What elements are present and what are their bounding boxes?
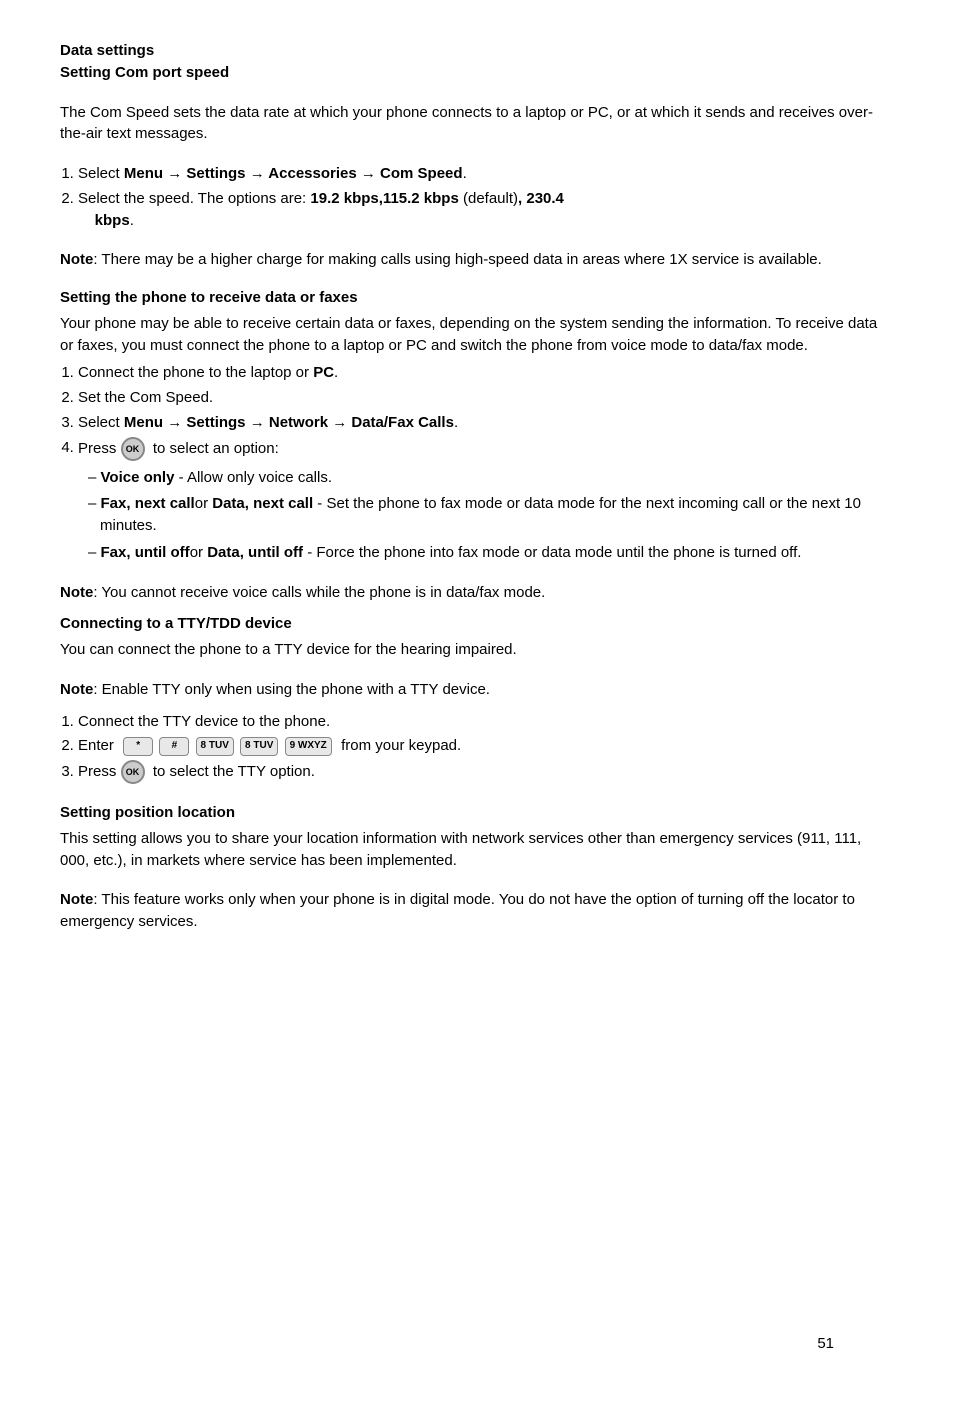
- receive-step-3-bold: Menu → Settings → Network → Data/Fax Cal…: [124, 414, 454, 431]
- option-fax-next-call: Fax, next callor Data, next call - Set t…: [88, 493, 894, 537]
- section-data-settings: Data settings Setting Com port speed: [60, 40, 894, 84]
- page-wrapper: Data settings Setting Com port speed The…: [60, 40, 894, 1385]
- note-label-3: Note: [60, 681, 93, 698]
- heading-data-settings: Data settings: [60, 40, 894, 62]
- note-tty-text: Note: Enable TTY only when using the pho…: [60, 679, 894, 701]
- keypad-icon-8a: 8 TUV: [196, 737, 234, 756]
- tty-steps-list: Connect the TTY device to the phone. Ent…: [78, 711, 894, 785]
- option-voice-only: Voice only - Allow only voice calls.: [88, 467, 894, 489]
- tty-step-3: Press OK to select the TTY option.: [78, 760, 894, 784]
- section-com-port-intro: The Com Speed sets the data rate at whic…: [60, 102, 894, 146]
- receive-step-3: Select Menu → Settings → Network → Data/…: [78, 412, 894, 434]
- option-data-until-bold: Data, until off: [207, 544, 303, 561]
- step1-bold: Menu → Settings → Accessories → Com Spee…: [124, 165, 463, 182]
- keypad-icon-star: *: [123, 737, 153, 756]
- section-tty-tdd: Connecting to a TTY/TDD device You can c…: [60, 613, 894, 661]
- section-tty-steps: Connect the TTY device to the phone. Ent…: [60, 711, 894, 785]
- keypad-icon-8b: 8 TUV: [240, 737, 278, 756]
- note-voice-calls-text: Note: You cannot receive voice calls whi…: [60, 582, 894, 604]
- note-high-charge: Note: There may be a higher charge for m…: [60, 249, 894, 271]
- note-voice-calls: Note: You cannot receive voice calls whi…: [60, 582, 894, 604]
- receive-step-1: Connect the phone to the laptop or PC.: [78, 362, 894, 384]
- keypad-icon-9: 9 WXYZ: [285, 737, 332, 756]
- com-port-step-2: Select the speed. The options are: 19.2 …: [78, 188, 894, 232]
- receive-data-steps-list: Connect the phone to the laptop or PC. S…: [78, 362, 894, 460]
- note-high-charge-text: Note: There may be a higher charge for m…: [60, 249, 894, 271]
- section-position-location: Setting position location This setting a…: [60, 802, 894, 871]
- note-tty-enable: Note: Enable TTY only when using the pho…: [60, 679, 894, 701]
- com-port-intro-text: The Com Speed sets the data rate at whic…: [60, 102, 894, 146]
- options-list: Voice only - Allow only voice calls. Fax…: [88, 467, 894, 564]
- receive-step-4: Press OK to select an option:: [78, 437, 894, 461]
- option-fax-until-off: Fax, until offor Data, until off - Force…: [88, 542, 894, 564]
- receive-step-1-bold: PC: [313, 364, 334, 381]
- section-com-port-steps: Select Menu → Settings → Accessories → C…: [60, 163, 894, 231]
- note-digital-mode: Note: This feature works only when your …: [60, 889, 894, 933]
- step2-speeds: 19.2 kbps,115.2 kbps: [310, 190, 458, 207]
- heading-receive-data-faxes: Setting the phone to receive data or fax…: [60, 287, 894, 309]
- receive-step-2: Set the Com Speed.: [78, 387, 894, 409]
- note-label-1: Note: [60, 251, 93, 268]
- page-number: 51: [817, 1333, 834, 1355]
- heading-position-location: Setting position location: [60, 802, 894, 824]
- receive-data-faxes-intro: Your phone may be able to receive certai…: [60, 313, 894, 357]
- note-digital-mode-text: Note: This feature works only when your …: [60, 889, 894, 933]
- note-label-4: Note: [60, 891, 93, 908]
- com-port-steps-list: Select Menu → Settings → Accessories → C…: [78, 163, 894, 231]
- tty-tdd-intro: You can connect the phone to a TTY devic…: [60, 639, 894, 661]
- option-fax-next-bold: Fax, next call: [101, 495, 195, 512]
- ok-button-icon-2: OK: [121, 760, 145, 784]
- heading-tty-tdd: Connecting to a TTY/TDD device: [60, 613, 894, 635]
- option-data-next-bold: Data, next call: [212, 495, 313, 512]
- position-location-intro: This setting allows you to share your lo…: [60, 828, 894, 872]
- ok-button-icon-1: OK: [121, 437, 145, 461]
- option-fax-until-bold: Fax, until off: [101, 544, 190, 561]
- tty-step-1: Connect the TTY device to the phone.: [78, 711, 894, 733]
- keypad-icon-hash: #: [159, 737, 189, 756]
- note-label-2: Note: [60, 584, 93, 601]
- heading-com-port-speed: Setting Com port speed: [60, 62, 894, 84]
- tty-step-2: Enter * # 8 TUV 8 TUV 9 WXYZ from your k…: [78, 735, 894, 757]
- com-port-step-1: Select Menu → Settings → Accessories → C…: [78, 163, 894, 185]
- option-voice-only-label: Voice only: [101, 469, 175, 486]
- section-receive-data-faxes: Setting the phone to receive data or fax…: [60, 287, 894, 564]
